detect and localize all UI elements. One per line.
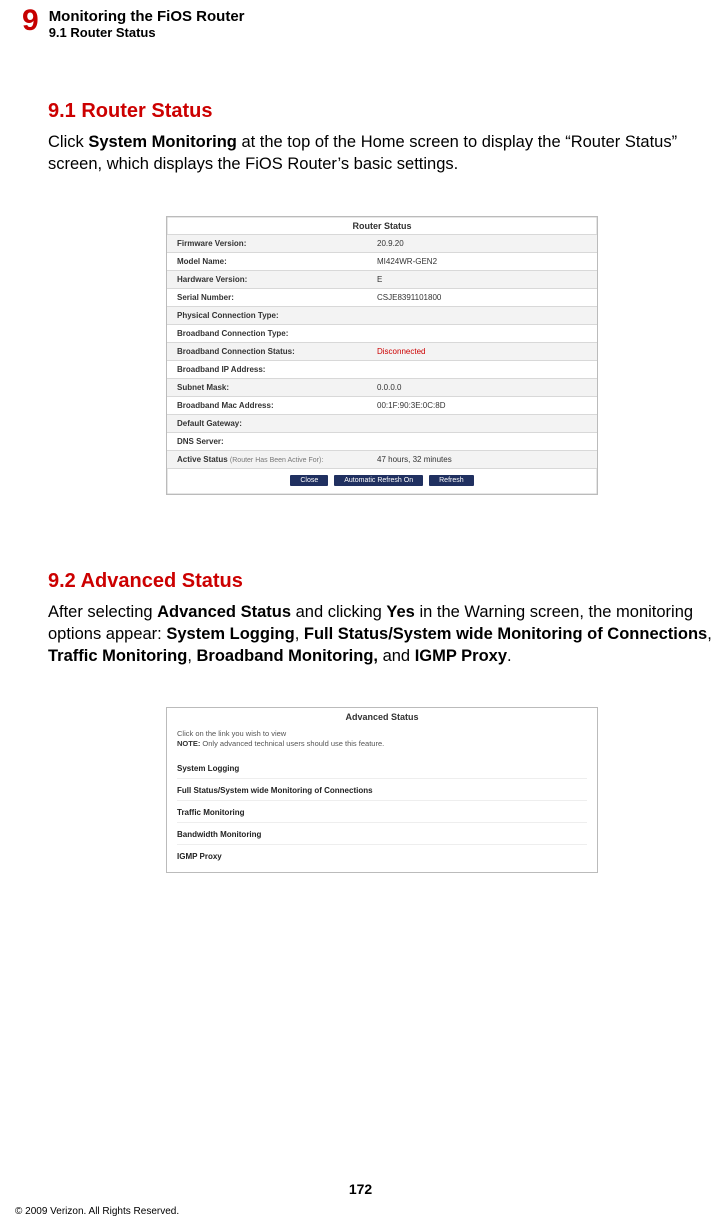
router-status-screenshot: Router Status Firmware Version:20.9.20 M… [166, 216, 598, 495]
copyright: © 2009 Verizon. All Rights Reserved. [15, 1206, 179, 1217]
section-title-9-1: 9.1 Router Status [48, 100, 716, 123]
router-status-title: Router Status [167, 217, 597, 234]
advanced-status-title: Advanced Status [167, 708, 597, 725]
link-full-status[interactable]: Full Status/System wide Monitoring of Co… [177, 778, 587, 798]
close-button[interactable]: Close [290, 475, 328, 486]
page-header: 9 Monitoring the FiOS Router 9.1 Router … [0, 8, 721, 40]
advanced-status-note: Click on the link you wish to view NOTE:… [177, 729, 587, 749]
refresh-button[interactable]: Refresh [429, 475, 474, 486]
link-system-logging[interactable]: System Logging [177, 757, 587, 776]
router-status-buttons: Close Automatic Refresh On Refresh [167, 468, 597, 494]
link-traffic-monitoring[interactable]: Traffic Monitoring [177, 800, 587, 820]
chapter-title: Monitoring the FiOS Router [49, 8, 245, 25]
link-bandwidth-monitoring[interactable]: Bandwidth Monitoring [177, 822, 587, 842]
page-number: 172 [0, 1181, 721, 1197]
section-heading: 9.1 Router Status [49, 25, 245, 40]
section-title-9-2: 9.2 Advanced Status [48, 570, 716, 593]
chapter-number: 9 [22, 6, 39, 36]
auto-refresh-button[interactable]: Automatic Refresh On [334, 475, 423, 486]
section-9-1-paragraph: Click System Monitoring at the top of th… [48, 131, 716, 176]
link-igmp-proxy[interactable]: IGMP Proxy [177, 844, 587, 864]
advanced-status-screenshot: Advanced Status Click on the link you wi… [166, 707, 598, 873]
section-9-2-paragraph: After selecting Advanced Status and clic… [48, 601, 716, 668]
